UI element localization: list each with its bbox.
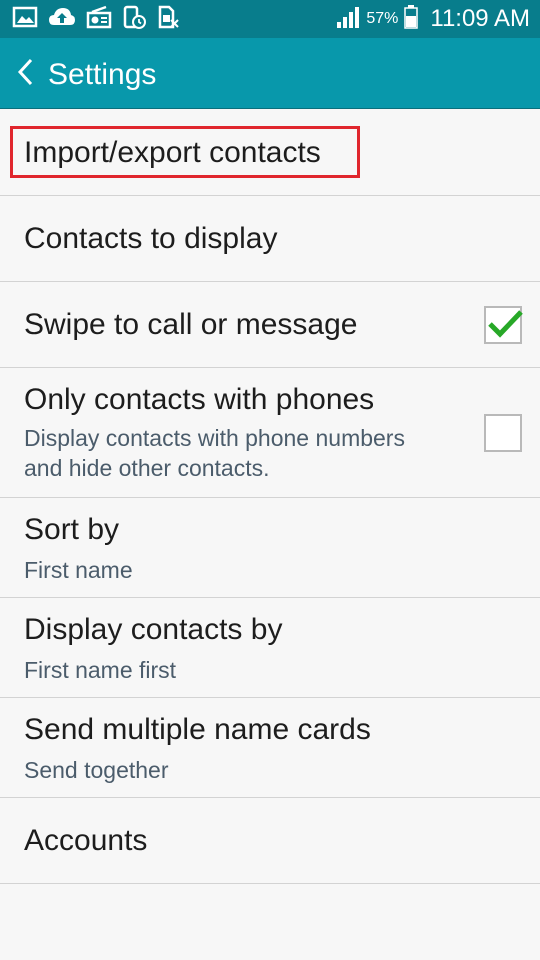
battery-icon [404,4,419,34]
page-title: Settings [48,58,157,91]
setting-import-export[interactable]: Import/export contacts [0,109,540,196]
setting-title: Contacts to display [24,222,278,255]
setting-title: Only contacts with phones [24,383,375,416]
chevron-left-icon [15,57,35,92]
system-status: 57% 11:09 AM [336,0,530,38]
signal-icon [336,6,360,33]
phone-clock-icon [122,5,146,29]
clock: 11:09 AM [430,5,530,32]
setting-title: Sort by [24,513,120,546]
setting-summary: First name [24,557,133,583]
radio-icon [86,5,112,29]
gallery-icon [12,5,38,29]
action-bar: Settings [0,38,540,109]
setting-title: Accounts [24,824,148,857]
setting-contacts-to-display[interactable]: Contacts to display [0,196,540,282]
setting-only-with-phones[interactable]: Only contacts with phones Display contac… [0,368,540,498]
battery-percent: 57% [366,10,399,27]
swipe-to-call-checkbox[interactable] [484,306,523,344]
setting-sort-by[interactable]: Sort by First name [0,498,540,598]
only-with-phones-checkbox[interactable] [484,414,522,452]
settings-list: Import/export contacts Contacts to displ… [0,109,540,884]
setting-send-cards[interactable]: Send multiple name cards Send together [0,698,540,798]
setting-summary-line2: and hide other contacts. [24,455,270,481]
setting-summary: First name first [24,657,177,683]
setting-display-by[interactable]: Display contacts by First name first [0,598,540,698]
setting-summary: Send together [24,757,169,783]
setting-title: Display contacts by [24,613,283,646]
status-bar: 57% 11:09 AM [0,0,540,38]
setting-title: Send multiple name cards [24,713,371,746]
back-button[interactable] [10,54,40,94]
sim-card-blocked-icon [156,5,180,29]
setting-swipe-to-call[interactable]: Swipe to call or message [0,282,540,368]
setting-title: Import/export contacts [24,136,321,169]
setting-summary-line1: Display contacts with phone numbers [24,425,405,451]
setting-accounts[interactable]: Accounts [0,798,540,884]
notification-icons [12,5,180,29]
cloud-upload-icon [48,5,76,29]
setting-title: Swipe to call or message [24,308,358,341]
